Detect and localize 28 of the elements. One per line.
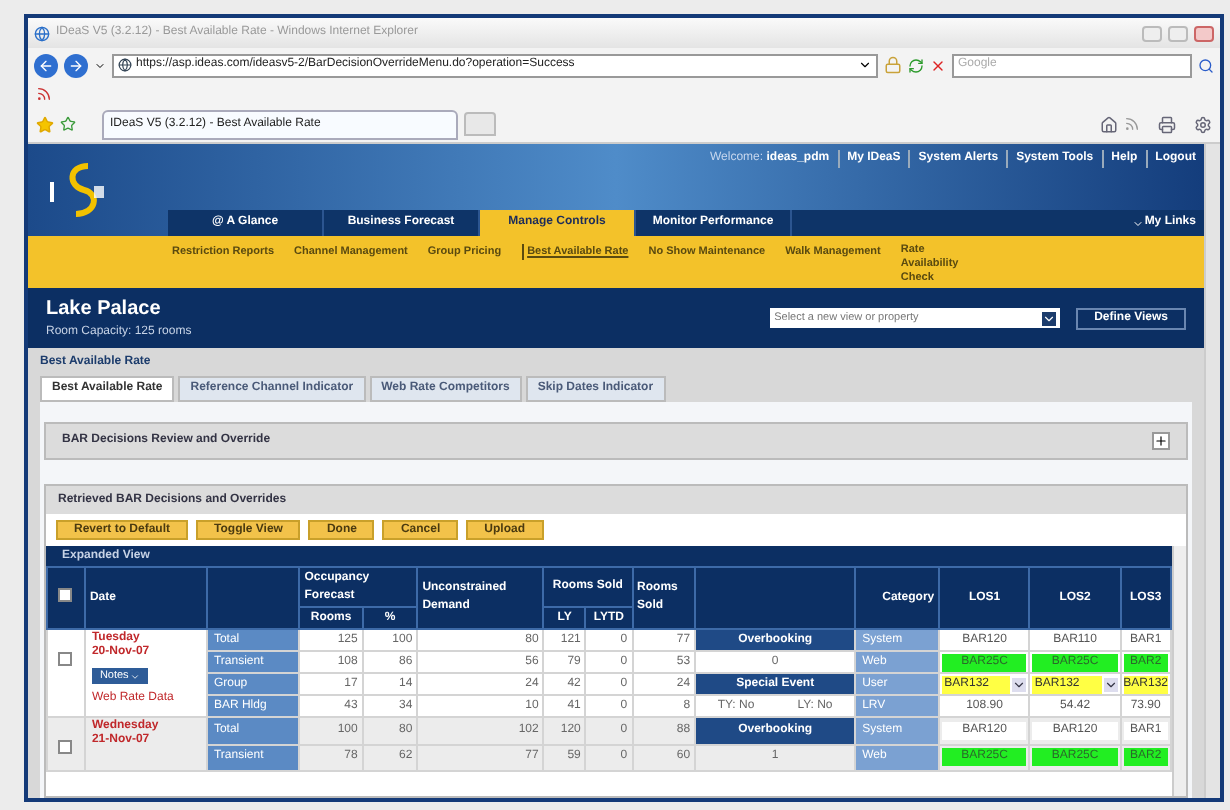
caret-icon [1132,217,1145,229]
back-arrow-icon [38,57,54,73]
select-all-checkbox[interactable] [58,587,73,601]
back-button[interactable] [34,53,58,77]
row-checkbox[interactable] [58,740,73,754]
print-icon[interactable] [1158,115,1176,133]
property-name: Lake Palace [46,296,163,324]
feed-icon[interactable] [36,86,52,102]
caret-icon [130,671,141,681]
dropdown-icon[interactable] [858,58,872,72]
table-scrollbar[interactable] [1172,546,1186,796]
row-checkbox[interactable] [58,652,73,666]
feeds-icon[interactable] [1124,116,1140,132]
dropdown-icon[interactable] [1042,311,1057,325]
browser-icon [34,25,50,41]
forward-button[interactable] [64,53,88,77]
home-icon[interactable] [1100,115,1118,133]
settings-icon[interactable] [1194,115,1212,133]
page-icon [118,58,132,72]
expand-button[interactable] [1152,432,1170,450]
forward-arrow-icon [68,57,84,73]
stop-button[interactable] [930,57,946,73]
close-button[interactable] [1194,25,1214,41]
add-favorite-icon[interactable] [60,116,76,132]
page-scrollbar[interactable] [1204,144,1220,798]
history-dropdown-icon[interactable] [94,59,106,71]
search-icon[interactable] [1198,57,1214,73]
refresh-button[interactable] [908,57,924,73]
